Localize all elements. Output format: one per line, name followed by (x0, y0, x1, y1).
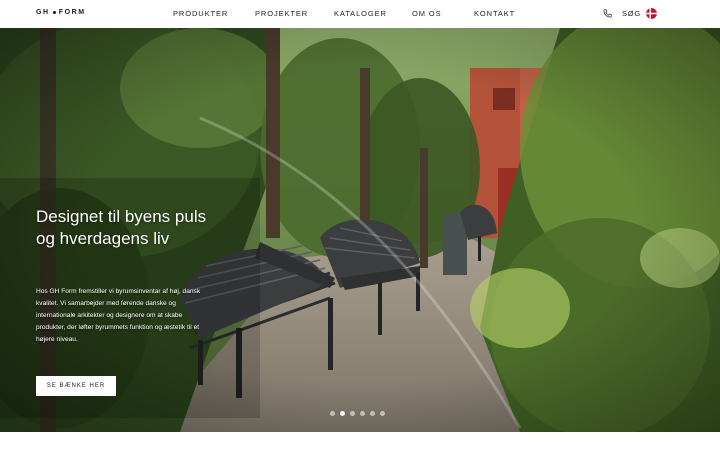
danish-flag-icon[interactable] (646, 8, 657, 19)
search-link[interactable]: SØG (622, 9, 641, 18)
nav-item-kontakt[interactable]: KONTAKT (474, 9, 515, 18)
slider-dot-6[interactable] (380, 411, 385, 416)
slider-pagination (330, 411, 385, 417)
site-header: GH FORM PRODUKTER PROJEKTER KATALOGER OM… (0, 0, 720, 28)
hero-title: Designet til byens puls og hverdagens li… (36, 207, 207, 248)
hero-section: Designet til byens puls og hverdagens li… (0, 28, 720, 432)
slider-dot-3[interactable] (350, 411, 355, 416)
phone-icon[interactable] (602, 8, 613, 19)
slider-dot-1[interactable] (330, 411, 335, 416)
see-benches-button[interactable]: SE BÆNKE HER (36, 376, 116, 396)
slider-dot-2[interactable] (340, 411, 345, 416)
slider-dot-4[interactable] (360, 411, 365, 416)
slider-dot-5[interactable] (370, 411, 375, 416)
nav-item-produkter[interactable]: PRODUKTER (173, 9, 228, 18)
nav-item-om-os[interactable]: OM OS (412, 9, 442, 18)
hero-description: Hos GH Form fremstiller vi byrumsinventa… (36, 288, 201, 343)
nav-item-projekter[interactable]: PROJEKTER (255, 9, 308, 18)
page-bottom-strip (0, 432, 720, 450)
nav-item-kataloger[interactable]: KATALOGER (334, 9, 387, 18)
